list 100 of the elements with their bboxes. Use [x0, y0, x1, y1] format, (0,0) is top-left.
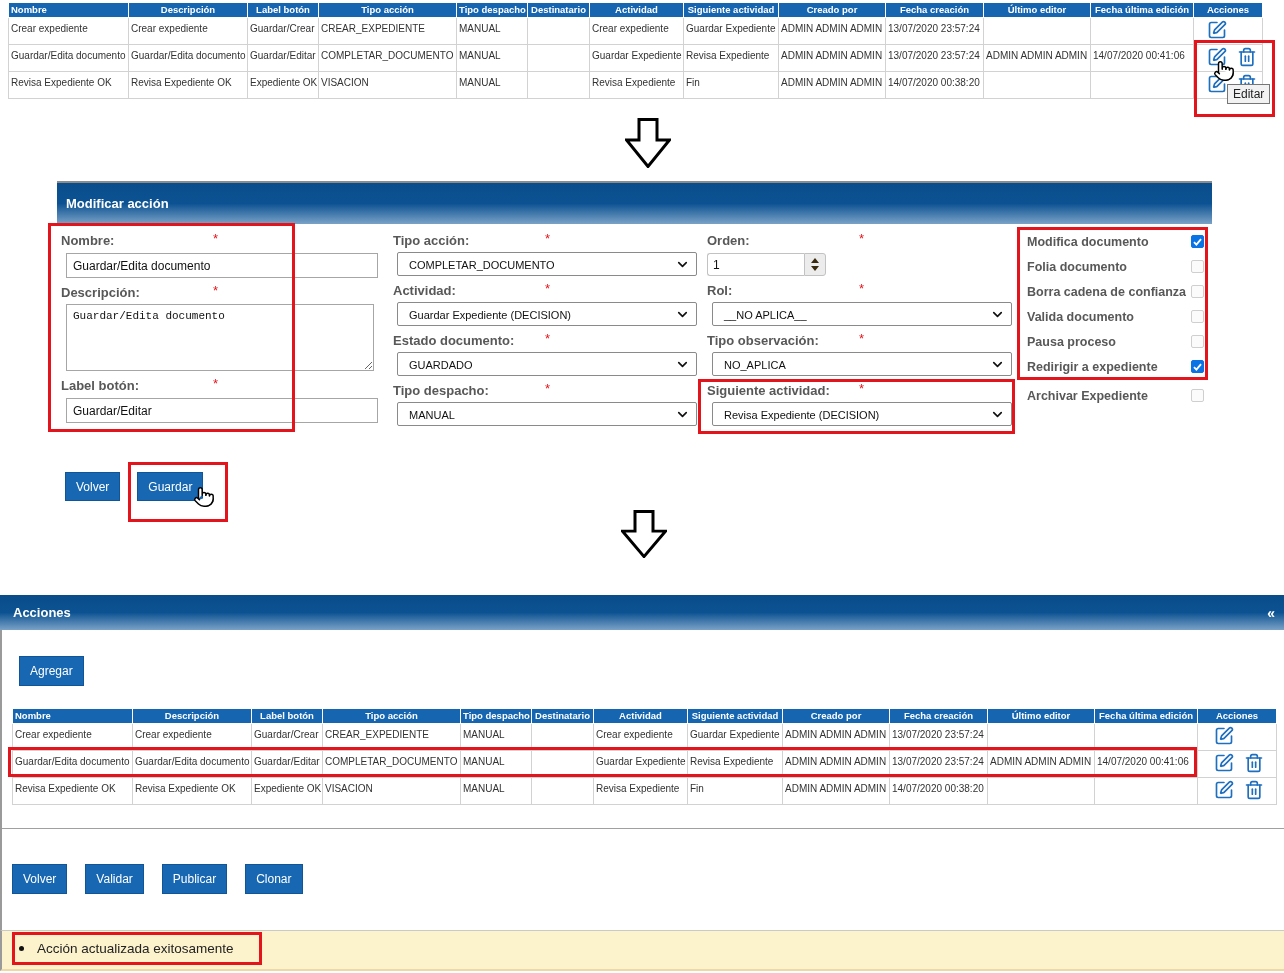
column-header: Tipo despacho [456, 3, 528, 17]
select-field[interactable]: COMPLETAR_DOCUMENTO [397, 252, 697, 276]
table-cell: Crear expediente [12, 723, 133, 750]
column-header: Descripción [132, 709, 252, 723]
select-field[interactable]: MANUAL [397, 402, 697, 426]
required-mark: * [859, 231, 865, 246]
table-cell: Revisa Expediente OK [12, 777, 133, 804]
column-header: Acciones [1197, 709, 1277, 723]
publish-button[interactable]: Publicar [161, 863, 228, 894]
checkbox-label: Borra cadena de confianza [1027, 284, 1187, 299]
table-cell: ADMIN ADMIN ADMIN [778, 17, 886, 44]
select-field[interactable]: Revisa Expediente (DECISION) [712, 402, 1012, 426]
table-cell: Revisa Expediente [683, 44, 779, 71]
table-cell: Guardar Expediente [589, 44, 684, 71]
column-header: Nombre [12, 709, 133, 723]
clone-button[interactable]: Clonar [245, 863, 303, 894]
checkbox[interactable] [1191, 360, 1204, 373]
checkbox-label: Modifica documento [1027, 234, 1149, 249]
table-cell: COMPLETAR_DOCUMENTO [318, 44, 457, 71]
checkbox[interactable] [1191, 235, 1204, 248]
pencil-square-icon[interactable] [1207, 46, 1227, 67]
table-cell: Guardar/Edita documento [132, 750, 252, 777]
checkbox-label: Pausa proceso [1027, 334, 1116, 349]
table-cell: ADMIN ADMIN ADMIN [778, 44, 886, 71]
table-cell: Guardar/Editar [251, 750, 323, 777]
modal-title: Modificar acción [66, 196, 169, 211]
number-field[interactable]: 1 [707, 253, 804, 276]
checkmark-icon [1193, 362, 1202, 371]
validate-button[interactable]: Validar [85, 863, 144, 894]
select-field[interactable]: Guardar Expediente (DECISION) [397, 302, 697, 326]
required-mark: * [859, 281, 865, 296]
table-cell: 14/07/2020 00:38:20 [885, 71, 984, 98]
column-header: Acciones [1193, 3, 1263, 17]
trash-icon[interactable] [1244, 779, 1264, 800]
trash-icon[interactable] [1237, 46, 1257, 67]
down-arrow-icon [621, 510, 667, 558]
table-cell: 13/07/2020 23:57:24 [885, 44, 984, 71]
back-button[interactable]: Volver [65, 472, 121, 501]
table-cell: VISACION [318, 71, 457, 98]
required-mark: * [213, 376, 219, 391]
field-label: Siguiente actividad: [707, 382, 830, 400]
column-header: Fecha creación [885, 3, 984, 17]
table-cell: 14/07/2020 00:41:06 [1090, 44, 1194, 71]
field-label: Estado documento: [393, 332, 515, 350]
column-header: Fecha creación [889, 709, 988, 723]
required-mark: * [213, 231, 219, 246]
required-mark: * [859, 381, 865, 396]
text-field[interactable]: Guardar/Editar [66, 398, 378, 423]
text-area[interactable]: Guardar/Edita documento [66, 304, 374, 371]
table-cell: 13/07/2020 23:57:24 [885, 17, 984, 44]
table-cell: Revisa Expediente OK [8, 71, 129, 98]
table-cell: ADMIN ADMIN ADMIN [782, 723, 890, 750]
table-cell: MANUAL [460, 750, 532, 777]
table-cell: Crear expediente [593, 723, 688, 750]
field-label: Orden: [707, 232, 750, 250]
table-cell: Guardar/Crear [247, 17, 319, 44]
table-cell: MANUAL [456, 71, 528, 98]
add-button[interactable]: Agregar [19, 656, 84, 686]
trash-icon[interactable] [1244, 752, 1264, 773]
column-header: Label botón [247, 3, 319, 17]
select-field[interactable]: NO_APLICA [712, 352, 1012, 376]
table-cell: Guardar/Crear [251, 723, 323, 750]
pencil-square-icon[interactable] [1207, 73, 1227, 94]
table-cell: Expediente OK [247, 71, 319, 98]
table-cell: Revisa Expediente [593, 777, 688, 804]
back-button[interactable]: Volver [12, 863, 68, 894]
table-cell: CREAR_EXPEDIENTE [318, 17, 457, 44]
column-header: Tipo despacho [460, 709, 532, 723]
table-cell: ADMIN ADMIN ADMIN [987, 750, 1095, 777]
table-cell: VISACION [322, 777, 461, 804]
collapse-button[interactable]: « [1267, 604, 1275, 621]
table-cell: MANUAL [460, 777, 532, 804]
table-cell: Revisa Expediente OK [128, 71, 248, 98]
table-cell: Expediente OK [251, 777, 323, 804]
column-header: Siguiente actividad [687, 709, 783, 723]
table-cell: Guardar/Edita documento [128, 44, 248, 71]
table-cell: 14/07/2020 00:38:20 [889, 777, 988, 804]
table-cell: Crear expediente [132, 723, 252, 750]
text-field[interactable]: Guardar/Edita documento [66, 253, 378, 278]
field-label: Tipo despacho: [393, 382, 489, 400]
table-cell: 13/07/2020 23:57:24 [889, 723, 988, 750]
table-cell: Guardar Expediente [593, 750, 688, 777]
tooltip: Editar [1227, 83, 1271, 104]
select-field[interactable]: __NO APLICA__ [712, 302, 1012, 326]
column-header: Creado por [778, 3, 886, 17]
table-cell: MANUAL [456, 44, 528, 71]
panel-title: Acciones [13, 605, 71, 620]
field-label: Nombre: [61, 232, 115, 250]
table-cell: Fin [683, 71, 779, 98]
field-label: Label botón: [61, 377, 139, 395]
column-header: Destinatario [531, 709, 594, 723]
table-cell: Guardar Expediente [687, 723, 783, 750]
field-label: Actividad: [393, 282, 456, 300]
checkmark-icon [1193, 237, 1202, 246]
save-button[interactable]: Guardar [137, 472, 204, 501]
select-field[interactable]: GUARDADO [397, 352, 697, 376]
column-header: Fecha última edición [1090, 3, 1194, 17]
spinner-button[interactable] [804, 253, 826, 276]
table-cell: 13/07/2020 23:57:24 [889, 750, 988, 777]
column-header: Nombre [8, 3, 129, 17]
